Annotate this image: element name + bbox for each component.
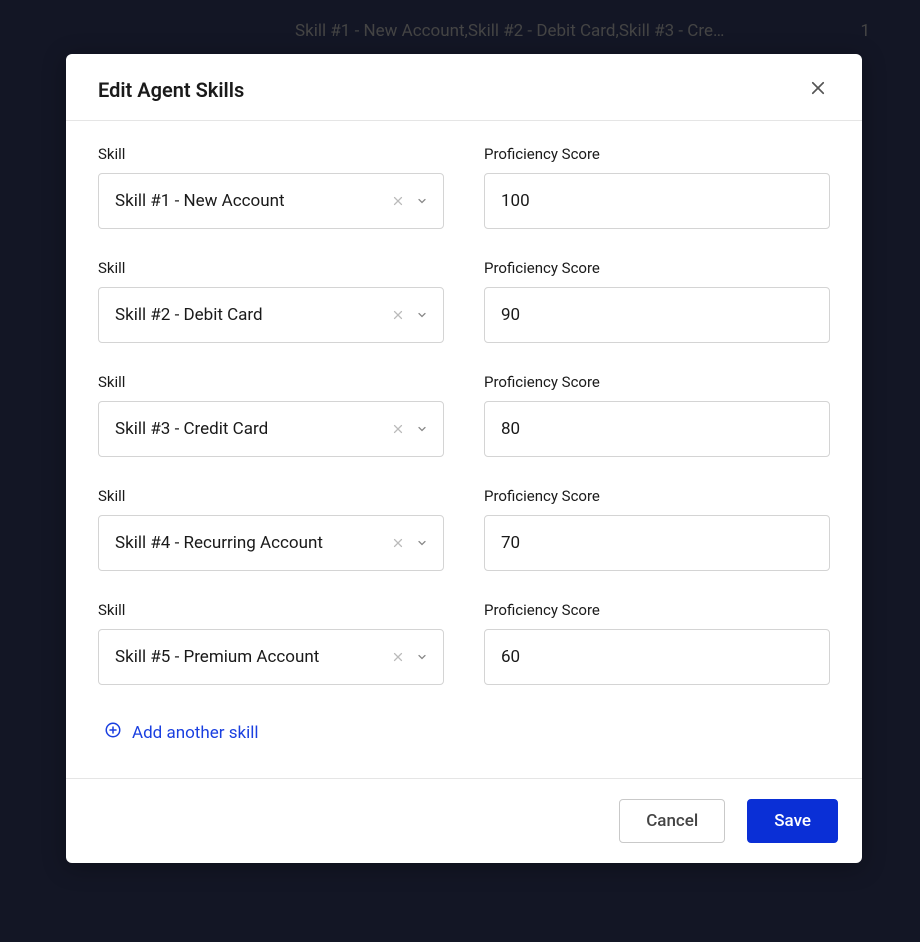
edit-agent-skills-modal: Edit Agent Skills Skill Skill #1 - New A…: [66, 54, 862, 863]
clear-icon[interactable]: [391, 308, 405, 322]
score-label: Proficiency Score: [484, 259, 830, 277]
skill-select[interactable]: Skill #3 - Credit Card: [98, 401, 444, 457]
skill-select[interactable]: Skill #5 - Premium Account: [98, 629, 444, 685]
skill-field-group: Skill Skill #2 - Debit Card: [98, 259, 444, 343]
background-count: 1: [840, 21, 890, 41]
clear-icon[interactable]: [391, 650, 405, 664]
skill-select-value: Skill #1 - New Account: [115, 191, 285, 211]
skill-select-value: Skill #2 - Debit Card: [115, 305, 263, 325]
chevron-down-icon[interactable]: [415, 422, 429, 436]
background-skills-summary: Skill #1 - New Account,Skill #2 - Debit …: [295, 21, 840, 41]
skill-label: Skill: [98, 601, 444, 619]
score-label: Proficiency Score: [484, 145, 830, 163]
skill-row: Skill Skill #2 - Debit Card Proficiency …: [98, 259, 830, 343]
clear-icon[interactable]: [391, 422, 405, 436]
proficiency-score-input[interactable]: [484, 173, 830, 229]
close-button[interactable]: [806, 78, 830, 102]
skill-row: Skill Skill #4 - Recurring Account Profi…: [98, 487, 830, 571]
proficiency-score-input[interactable]: [484, 287, 830, 343]
score-label: Proficiency Score: [484, 601, 830, 619]
chevron-down-icon[interactable]: [415, 536, 429, 550]
skill-select-value: Skill #5 - Premium Account: [115, 647, 319, 667]
proficiency-score-input[interactable]: [484, 515, 830, 571]
score-field-group: Proficiency Score: [484, 601, 830, 685]
modal-footer: Cancel Save: [66, 778, 862, 863]
clear-icon[interactable]: [391, 536, 405, 550]
modal-header: Edit Agent Skills: [66, 54, 862, 121]
cancel-button[interactable]: Cancel: [619, 799, 725, 843]
close-icon: [809, 79, 827, 101]
skill-field-group: Skill Skill #3 - Credit Card: [98, 373, 444, 457]
skill-select[interactable]: Skill #1 - New Account: [98, 173, 444, 229]
score-field-group: Proficiency Score: [484, 487, 830, 571]
skill-label: Skill: [98, 373, 444, 391]
chevron-down-icon[interactable]: [415, 650, 429, 664]
score-field-group: Proficiency Score: [484, 259, 830, 343]
skill-label: Skill: [98, 259, 444, 277]
score-label: Proficiency Score: [484, 487, 830, 505]
skill-row: Skill Skill #1 - New Account Proficiency…: [98, 145, 830, 229]
skill-field-group: Skill Skill #4 - Recurring Account: [98, 487, 444, 571]
skill-field-group: Skill Skill #5 - Premium Account: [98, 601, 444, 685]
chevron-down-icon[interactable]: [415, 308, 429, 322]
skill-label: Skill: [98, 145, 444, 163]
score-field-group: Proficiency Score: [484, 145, 830, 229]
skill-row: Skill Skill #3 - Credit Card Proficiency…: [98, 373, 830, 457]
background-table-row: Skill #1 - New Account,Skill #2 - Debit …: [0, 0, 920, 62]
skill-select-value: Skill #3 - Credit Card: [115, 419, 268, 439]
proficiency-score-input[interactable]: [484, 629, 830, 685]
skill-select[interactable]: Skill #2 - Debit Card: [98, 287, 444, 343]
proficiency-score-input[interactable]: [484, 401, 830, 457]
skill-select[interactable]: Skill #4 - Recurring Account: [98, 515, 444, 571]
clear-icon[interactable]: [391, 194, 405, 208]
add-another-skill-button[interactable]: Add another skill: [96, 715, 267, 750]
chevron-down-icon[interactable]: [415, 194, 429, 208]
modal-body: Skill Skill #1 - New Account Proficiency…: [66, 121, 862, 778]
skill-field-group: Skill Skill #1 - New Account: [98, 145, 444, 229]
add-another-skill-label: Add another skill: [132, 723, 259, 743]
modal-title: Edit Agent Skills: [98, 78, 244, 102]
skill-label: Skill: [98, 487, 444, 505]
skill-row: Skill Skill #5 - Premium Account Profici…: [98, 601, 830, 685]
score-field-group: Proficiency Score: [484, 373, 830, 457]
plus-circle-icon: [104, 721, 122, 744]
skill-select-value: Skill #4 - Recurring Account: [115, 533, 323, 553]
save-button[interactable]: Save: [747, 799, 838, 843]
score-label: Proficiency Score: [484, 373, 830, 391]
